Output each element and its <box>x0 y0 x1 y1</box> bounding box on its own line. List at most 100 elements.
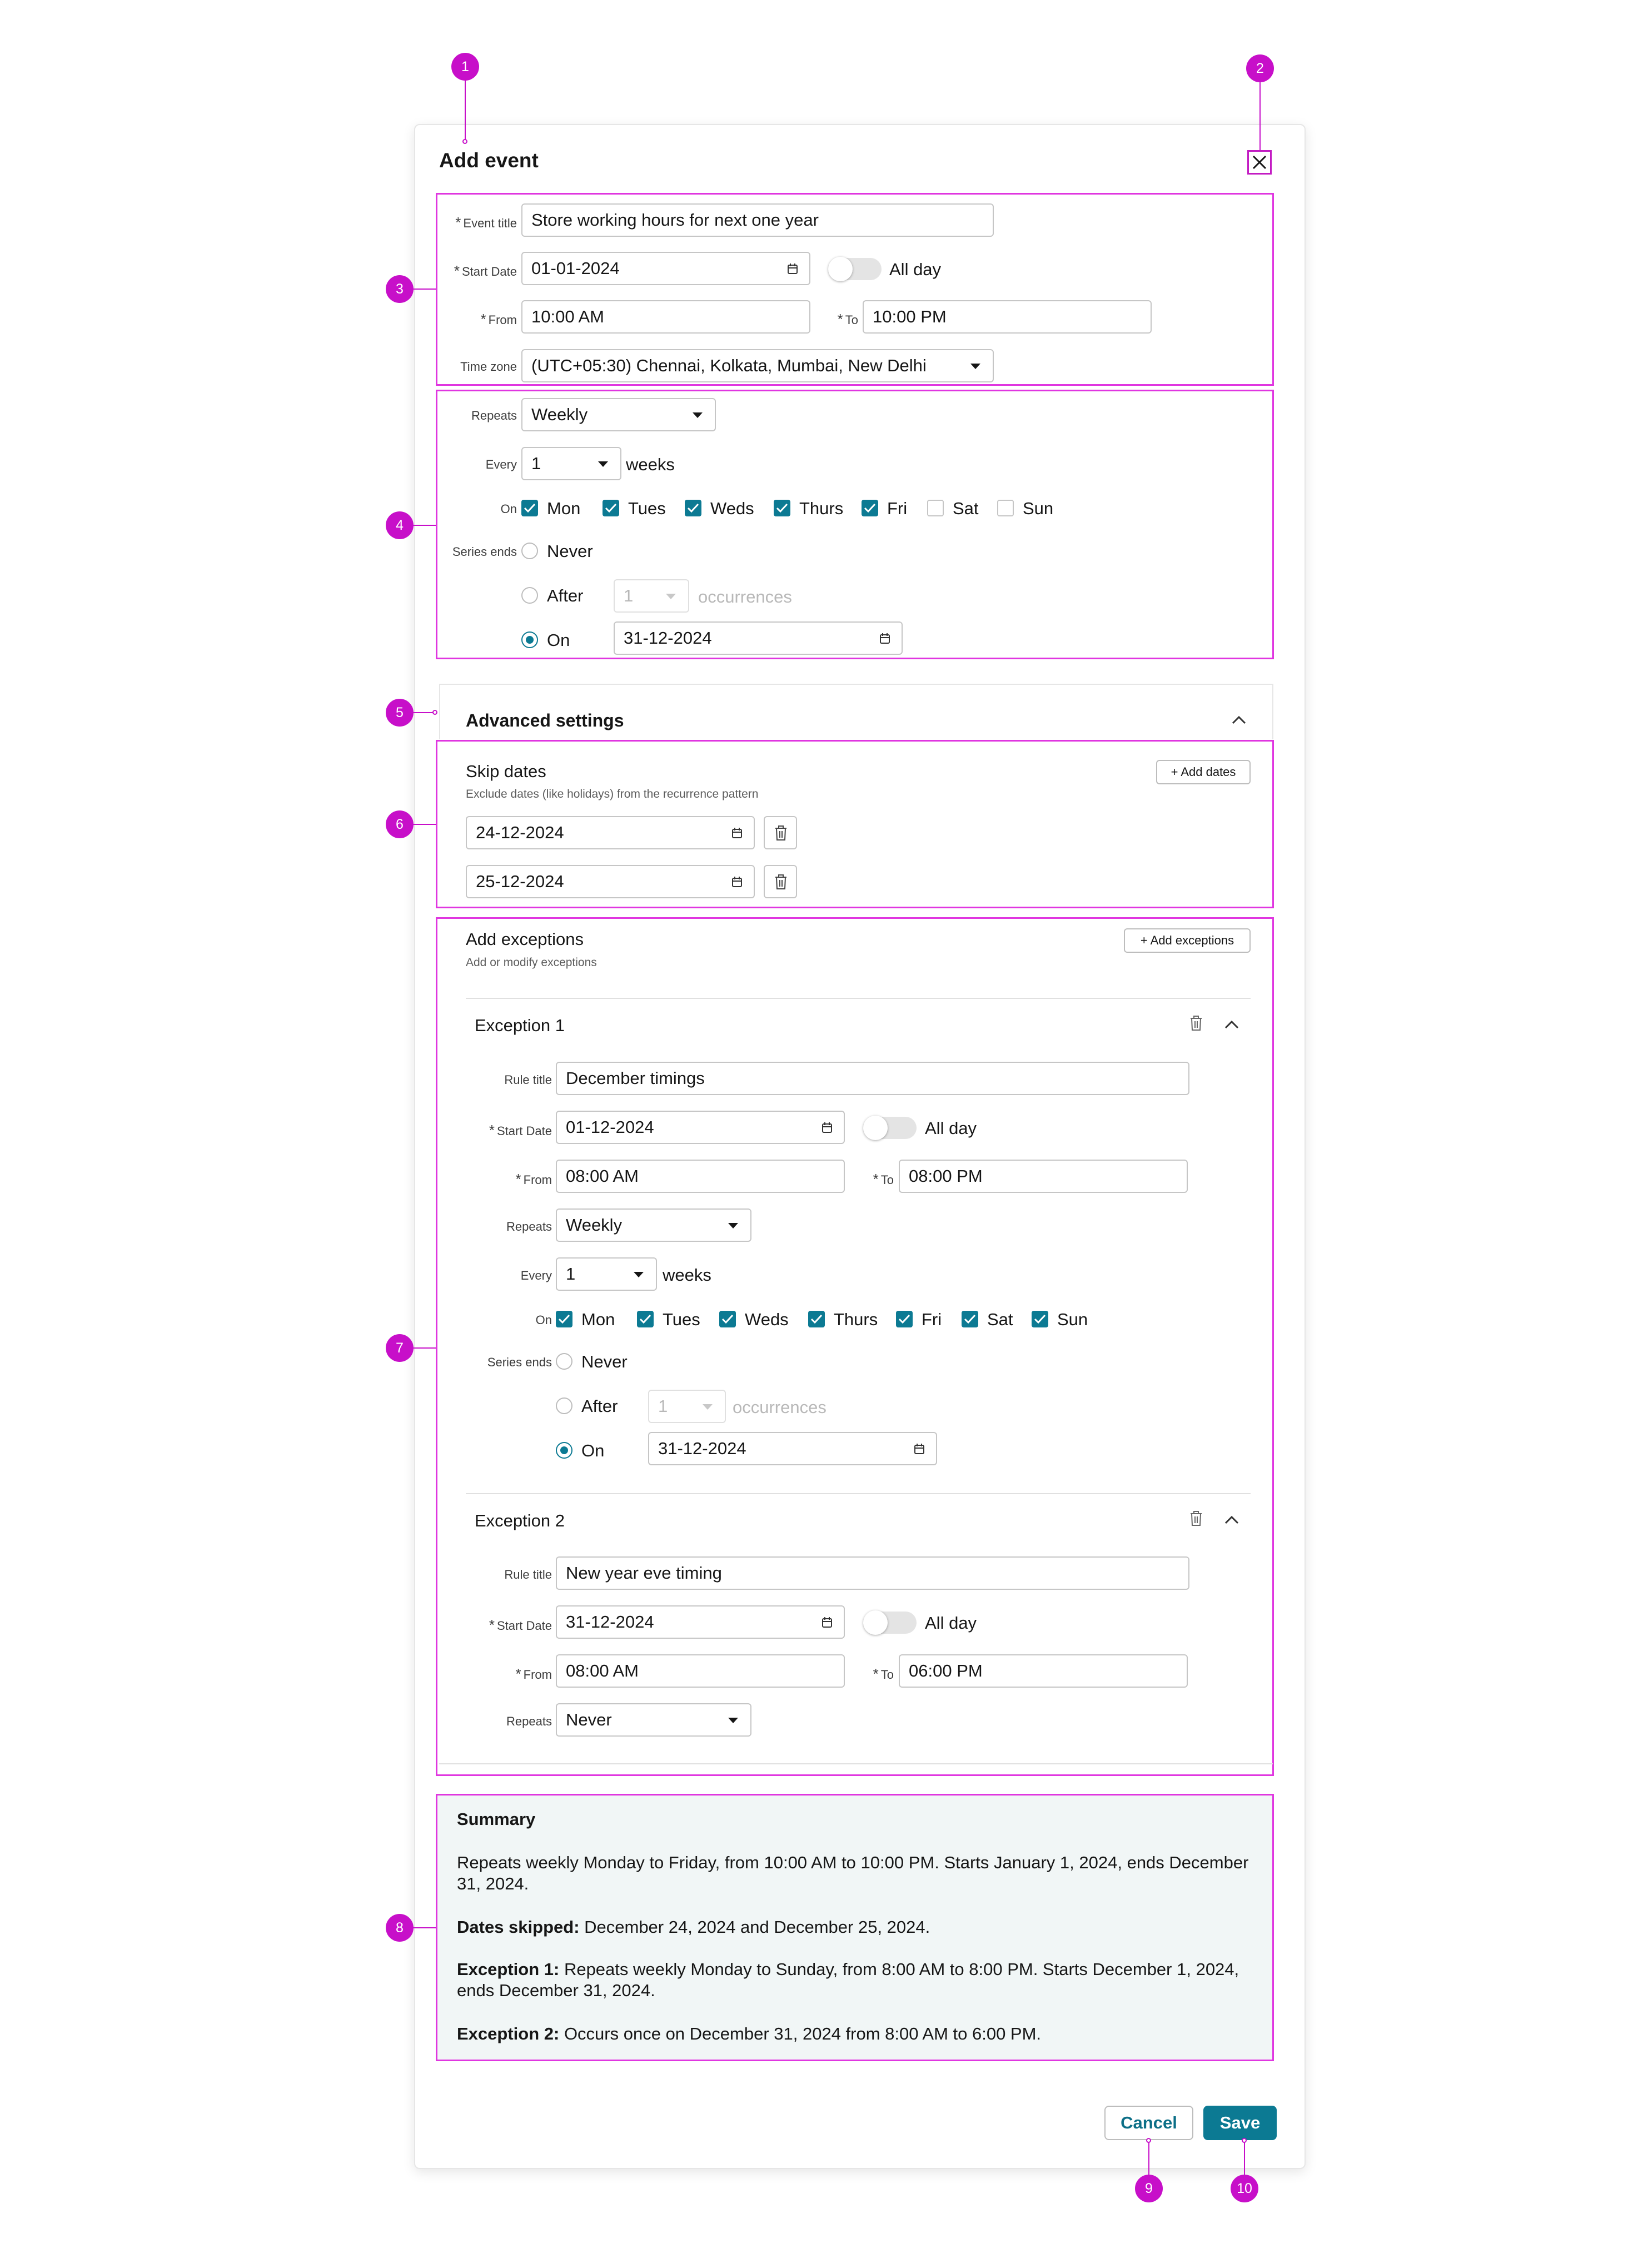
summary-line: Repeats weekly Monday to Friday, from 10… <box>457 1853 1249 1893</box>
calendar-icon[interactable] <box>822 1617 833 1629</box>
checkbox-fri[interactable] <box>896 1311 913 1327</box>
event-title-input[interactable]: Store working hours for next one year <box>521 203 994 237</box>
exception-2-start-date-input[interactable]: 31-12-2024 <box>556 1605 845 1639</box>
exception-2-rule-title-input[interactable]: New year eve timing <box>556 1556 1189 1590</box>
checkbox-weds[interactable] <box>719 1311 736 1327</box>
advanced-settings-title: Advanced settings <box>466 710 624 730</box>
annotation-leader-3 <box>414 289 436 290</box>
time-zone-select[interactable]: (UTC+05:30) Chennai, Kolkata, Mumbai, Ne… <box>521 349 994 382</box>
calendar-icon[interactable] <box>731 827 743 839</box>
day-label-weds: Weds <box>710 499 754 518</box>
delete-skip-date-button-1[interactable] <box>764 816 797 849</box>
chevron-down-icon <box>728 1718 738 1723</box>
all-day-label: All day <box>925 1118 977 1138</box>
repeats-select[interactable]: Weekly <box>521 398 716 431</box>
from-label: * From <box>480 311 517 327</box>
annotation-leader-10 <box>1244 2141 1245 2175</box>
every-unit-label: weeks <box>626 455 675 474</box>
calendar-icon[interactable] <box>879 633 890 645</box>
on-end-label: On <box>581 1441 605 1460</box>
series-ends-on-radio[interactable] <box>521 631 538 648</box>
delete-skip-date-button-2[interactable] <box>764 865 797 898</box>
checkbox-sat[interactable] <box>962 1311 978 1327</box>
repeats-label: Repeats <box>506 1220 552 1234</box>
exception-1-after-count-select[interactable]: 1 <box>648 1390 726 1423</box>
save-button[interactable]: Save <box>1203 2106 1277 2140</box>
annotation-marker-8: 8 <box>386 1914 414 1942</box>
calendar-icon[interactable] <box>822 1122 833 1134</box>
trash-icon[interactable] <box>1189 1511 1203 1526</box>
checkbox-thurs[interactable] <box>808 1311 825 1327</box>
repeats-label: Repeats <box>506 1714 552 1728</box>
exception-1-after-radio[interactable] <box>556 1397 572 1414</box>
exception-1-every-select[interactable]: 1 <box>556 1257 657 1291</box>
annotation-marker-5: 5 <box>386 699 414 727</box>
from-time-input[interactable]: 10:00 AM <box>521 300 810 334</box>
skip-date-input-2[interactable]: 25-12-2024 <box>466 865 755 898</box>
checkbox-mon[interactable] <box>521 500 538 516</box>
after-count-select[interactable]: 1 <box>614 579 689 613</box>
checkbox-fri[interactable] <box>862 500 878 516</box>
start-date-input[interactable]: 01-01-2024 <box>521 252 810 285</box>
day-label-thurs: Thurs <box>834 1310 878 1329</box>
annotation-marker-2: 2 <box>1246 54 1274 82</box>
checkbox-sat[interactable] <box>927 500 944 516</box>
skip-date-input-1[interactable]: 24-12-2024 <box>466 816 755 849</box>
series-ends-never-radio[interactable] <box>521 543 538 559</box>
start-date-label: * Start Date <box>489 1122 552 1138</box>
exception-2-repeats-select[interactable]: Never <box>556 1703 751 1737</box>
exception-1-repeats-select[interactable]: Weekly <box>556 1208 751 1242</box>
every-select[interactable]: 1 <box>521 447 621 480</box>
exception-1-all-day-toggle[interactable] <box>863 1116 917 1140</box>
chevron-up-icon[interactable] <box>1224 1515 1239 1525</box>
calendar-icon[interactable] <box>914 1443 925 1455</box>
check-icon <box>558 1314 570 1324</box>
rule-title-label: Rule title <box>504 1568 552 1581</box>
add-exceptions-button[interactable]: + Add exceptions <box>1124 928 1251 953</box>
exception-1-on-radio[interactable] <box>556 1442 572 1459</box>
trash-icon[interactable] <box>1189 1016 1203 1031</box>
checkbox-sun[interactable] <box>1032 1311 1048 1327</box>
exception-1-to-input[interactable]: 08:00 PM <box>899 1160 1188 1193</box>
exception-2-to-input[interactable]: 06:00 PM <box>899 1654 1188 1688</box>
checkbox-tues[interactable] <box>637 1311 654 1327</box>
exception-1-rule-title-input[interactable]: December timings <box>556 1062 1189 1095</box>
calendar-icon[interactable] <box>787 263 798 275</box>
skip-dates-title: Skip dates <box>466 762 546 781</box>
exception-1-end-date-input[interactable]: 31-12-2024 <box>648 1432 937 1465</box>
every-label: Every <box>520 1269 552 1282</box>
close-button[interactable] <box>1247 150 1272 175</box>
series-ends-label: Series ends <box>487 1355 552 1369</box>
checkbox-tues[interactable] <box>603 500 619 516</box>
on-days-label: On <box>500 502 517 516</box>
add-dates-button[interactable]: + Add dates <box>1156 760 1251 784</box>
cancel-button[interactable]: Cancel <box>1104 2106 1193 2140</box>
exception-divider <box>466 1493 1251 1494</box>
summary-dates-skipped: Dates skipped: December 24, 2024 and Dec… <box>457 1917 930 1937</box>
day-label-sun: Sun <box>1057 1310 1088 1329</box>
exception-1-from-input[interactable]: 08:00 AM <box>556 1160 845 1193</box>
checkbox-weds[interactable] <box>685 500 701 516</box>
end-date-input[interactable]: 31-12-2024 <box>614 621 903 655</box>
summary-exception-2: Exception 2: Occurs once on December 31,… <box>457 2024 1042 2043</box>
check-icon <box>898 1314 910 1324</box>
calendar-icon[interactable] <box>731 876 743 888</box>
all-day-toggle[interactable] <box>828 257 882 281</box>
chevron-up-icon[interactable] <box>1224 1019 1239 1029</box>
every-label: Every <box>485 457 517 471</box>
chevron-down-icon <box>970 364 980 369</box>
check-icon <box>524 503 536 513</box>
check-icon <box>776 503 788 513</box>
checkbox-sun[interactable] <box>997 500 1014 516</box>
exception-divider <box>466 998 1251 999</box>
exception-2-from-input[interactable]: 08:00 AM <box>556 1654 845 1688</box>
checkbox-mon[interactable] <box>556 1311 572 1327</box>
exception-2-all-day-toggle[interactable] <box>863 1610 917 1635</box>
checkbox-thurs[interactable] <box>774 500 790 516</box>
exception-1-start-date-input[interactable]: 01-12-2024 <box>556 1111 845 1144</box>
exception-1-never-radio[interactable] <box>556 1353 572 1370</box>
to-time-input[interactable]: 10:00 PM <box>863 300 1152 334</box>
series-ends-after-radio[interactable] <box>521 587 538 604</box>
chevron-up-icon[interactable] <box>1231 715 1247 725</box>
start-date-label: * Start Date <box>454 262 517 279</box>
